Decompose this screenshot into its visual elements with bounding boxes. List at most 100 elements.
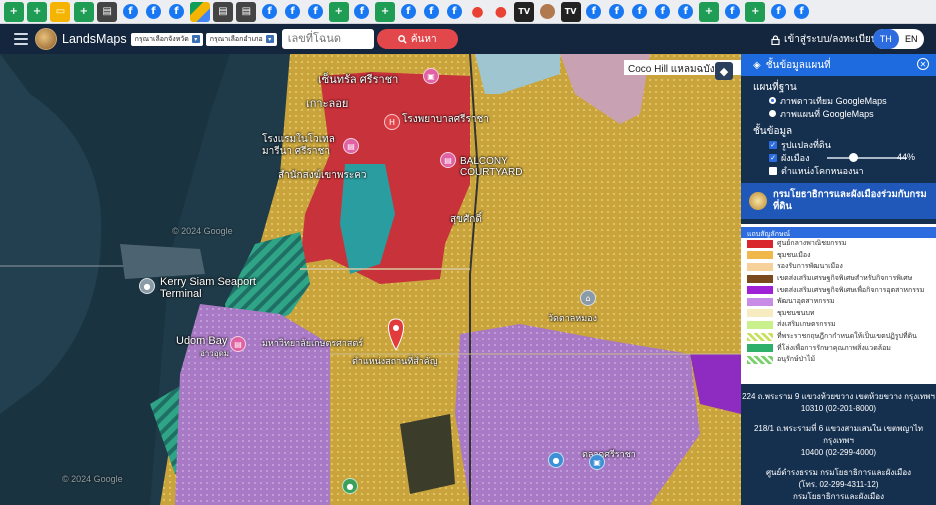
bookmark-sheet-icon[interactable]: + bbox=[698, 1, 719, 22]
label-wat: วัดตาลหมอง bbox=[548, 313, 597, 323]
port-pin-icon[interactable]: ● bbox=[139, 278, 155, 294]
checkbox-checked-icon[interactable]: ✓ bbox=[769, 153, 777, 162]
bookmark-fb-icon[interactable]: f bbox=[771, 4, 786, 19]
bookmark-doc-icon[interactable]: ▤ bbox=[212, 1, 233, 22]
map-canvas[interactable]: Coco Hill แหลมฉบัง ◆ เซ็นทรัล ศรีราชา เก… bbox=[0, 54, 741, 505]
bookmark-fb-icon[interactable]: f bbox=[308, 4, 323, 19]
bookmark-tv-icon[interactable]: TV bbox=[514, 1, 535, 22]
checkbox-checked-icon[interactable]: ✓ bbox=[769, 140, 777, 149]
layer-panel: ◈ ชั้นข้อมูลแผนที่ ✕ แผนที่ฐาน ภาพดาวเที… bbox=[741, 54, 936, 505]
address-3-line-1: ศูนย์ดำรงธรรม กรมโยธาธิการและผังเมือง bbox=[765, 468, 912, 477]
layers-icon[interactable]: ◆ bbox=[715, 62, 733, 80]
bookmark-sheet-icon[interactable]: + bbox=[328, 1, 349, 22]
legend-swatch bbox=[747, 355, 773, 364]
layer-cityplan-option[interactable]: ✓ ผังเมือง 44% bbox=[741, 151, 936, 164]
bookmark-fb-icon[interactable]: f bbox=[586, 4, 602, 19]
bookmark-fb-icon[interactable]: f bbox=[724, 4, 740, 19]
bookmark-fb-icon[interactable]: f bbox=[609, 4, 625, 19]
bookmark-fb-icon[interactable]: f bbox=[794, 4, 809, 19]
lang-th-button[interactable]: TH bbox=[873, 29, 899, 49]
bookmark-pin-icon[interactable]: ● bbox=[467, 2, 487, 22]
bookmark-fb-icon[interactable]: f bbox=[423, 4, 439, 19]
search-button[interactable]: ค้นหา bbox=[376, 29, 458, 49]
bookmark-tv-icon[interactable]: TV bbox=[560, 1, 581, 22]
legend-label: พัฒนาอุตสาหกรรม bbox=[777, 298, 835, 306]
label-central: เซ็นทรัล ศรีราชา bbox=[318, 74, 399, 86]
bookmark-fb-icon[interactable]: f bbox=[145, 4, 161, 19]
checkbox-icon[interactable] bbox=[769, 166, 777, 175]
shopping-icon[interactable]: ▣ bbox=[423, 68, 439, 84]
label-office: สำนักสงฆ์เขาพระคว bbox=[278, 170, 367, 181]
legend-label: เขตส่งเสริมเศรษฐกิจพิเศษเพื่อกิจการอุตสา… bbox=[777, 286, 925, 294]
bookmark-sheet-icon[interactable]: + bbox=[745, 1, 766, 22]
shopping-icon[interactable]: ▣ bbox=[589, 454, 605, 470]
bookmark-pin-icon[interactable]: ● bbox=[491, 2, 511, 22]
lang-en-button[interactable]: EN bbox=[899, 29, 925, 49]
bookmark-fb-icon[interactable]: f bbox=[655, 4, 671, 19]
org-name: กรมโยธาธิการและผังเมืองร่วมกับกรมที่ดิน bbox=[773, 189, 927, 212]
contact-addresses: 224 ถ.พระราม 9 แขวงห้วยขวาง เขตห้วยขวาง … bbox=[741, 384, 936, 503]
district-select[interactable]: กรุณาเลือกอำเภอ ▾ bbox=[205, 32, 277, 46]
landsmaps-logo[interactable] bbox=[35, 28, 57, 50]
legend-item: ชุมชนเมือง bbox=[741, 250, 936, 262]
bookmark-slide-icon[interactable]: ▭ bbox=[50, 1, 71, 22]
bookmark-sheet-icon[interactable]: + bbox=[375, 1, 396, 22]
login-link[interactable]: เข้าสู่ระบบ/ลงทะเบียน bbox=[771, 32, 878, 47]
bookmarks-bar: + + ▭ + ▤ f f f ▤ ▤ f f f + f + f f f ● ● TV TV f f f f f + f + f f bbox=[0, 0, 936, 24]
layer-panel-title: ชั้นข้อมูลแผนที่ bbox=[765, 59, 831, 71]
close-icon[interactable]: ✕ bbox=[917, 58, 929, 70]
bookmark-fb-icon[interactable]: f bbox=[354, 4, 370, 19]
bookmark-sheet-icon[interactable]: + bbox=[73, 1, 94, 22]
legend-swatch bbox=[747, 320, 773, 329]
deed-number-input[interactable] bbox=[281, 29, 374, 49]
bookmark-fb-icon[interactable]: f bbox=[446, 4, 462, 19]
label-hospital: โรงพยาบาลศรีราชา bbox=[402, 114, 489, 125]
place-icon[interactable]: ● bbox=[548, 452, 564, 468]
layer-panel-header: ◈ ชั้นข้อมูลแผนที่ ✕ bbox=[741, 54, 936, 76]
bookmark-fb-icon[interactable]: f bbox=[122, 4, 138, 19]
basemap-map-option[interactable]: ภาพแผนที่ GoogleMaps bbox=[741, 107, 936, 120]
bookmark-fb-icon[interactable]: f bbox=[678, 4, 694, 19]
bookmark-doc-icon[interactable]: ▤ bbox=[236, 1, 257, 22]
bookmark-fb-icon[interactable]: f bbox=[632, 4, 648, 19]
bookmark-sheet-icon[interactable]: + bbox=[3, 1, 24, 22]
hospital-icon[interactable]: H bbox=[384, 114, 400, 130]
legend-item: รองรับการพัฒนาเมือง bbox=[741, 261, 936, 273]
temple-icon[interactable]: ⌂ bbox=[580, 290, 596, 306]
hamburger-menu-icon[interactable] bbox=[14, 33, 28, 45]
radio-icon[interactable] bbox=[769, 110, 776, 117]
bookmark-fb-icon[interactable]: f bbox=[262, 4, 277, 19]
opacity-value: 44% bbox=[897, 152, 916, 162]
layer-parcel-option[interactable]: ✓ รูปแปลงที่ดิน bbox=[741, 138, 936, 151]
bookmark-fb-icon[interactable]: f bbox=[285, 4, 300, 19]
legend-swatch bbox=[747, 297, 773, 306]
layer-khoknongna-option[interactable]: ตำแหน่งโคกหนองนา bbox=[741, 164, 936, 177]
radio-selected-icon[interactable] bbox=[769, 97, 776, 104]
hotel-icon[interactable]: ▤ bbox=[343, 138, 359, 154]
address-2-line-2: 10400 (02-299-4000) bbox=[800, 448, 877, 457]
legend: แถบสัญลักษณ์ ศูนย์กลางพาณิชยกรรม ชุมชนเมื… bbox=[741, 224, 936, 384]
legend-label: ศูนย์กลางพาณิชยกรรม bbox=[777, 240, 847, 248]
hotel-icon[interactable]: ▤ bbox=[440, 152, 456, 168]
bookmark-drive-icon[interactable] bbox=[189, 1, 210, 22]
bookmark-fb-icon[interactable]: f bbox=[168, 4, 184, 19]
label-balcony: BALCONY COURTYARD bbox=[460, 156, 523, 178]
login-label: เข้าสู่ระบบ/ลงทะเบียน bbox=[784, 34, 878, 45]
bookmark-sheet-icon[interactable]: + bbox=[27, 1, 48, 22]
hotel-icon[interactable]: ▤ bbox=[230, 336, 246, 352]
legend-item: เขตส่งเสริมเศรษฐกิจพิเศษเพื่อกิจการอุตสา… bbox=[741, 284, 936, 296]
bookmark-photo-icon[interactable] bbox=[539, 4, 555, 19]
opacity-slider[interactable] bbox=[827, 153, 907, 162]
bookmark-doc-icon[interactable]: ▤ bbox=[97, 1, 118, 22]
dpt-seal-icon bbox=[749, 192, 767, 210]
legend-swatch bbox=[747, 251, 773, 260]
legend-item: ชุมชนชนบท bbox=[741, 308, 936, 320]
opacity-slider-handle[interactable] bbox=[849, 153, 858, 162]
province-select[interactable]: กรุณาเลือกจังหวัด ▾ bbox=[130, 32, 203, 46]
basemap-satellite-option[interactable]: ภาพดาวเทียม GoogleMaps bbox=[741, 94, 936, 107]
language-toggle[interactable]: TH EN bbox=[873, 29, 924, 49]
bookmark-fb-icon[interactable]: f bbox=[400, 4, 416, 19]
label-udom-bay-th: อ่าวอุดม bbox=[200, 349, 230, 358]
place-icon[interactable]: ● bbox=[342, 478, 358, 494]
legend-swatch bbox=[747, 344, 773, 353]
